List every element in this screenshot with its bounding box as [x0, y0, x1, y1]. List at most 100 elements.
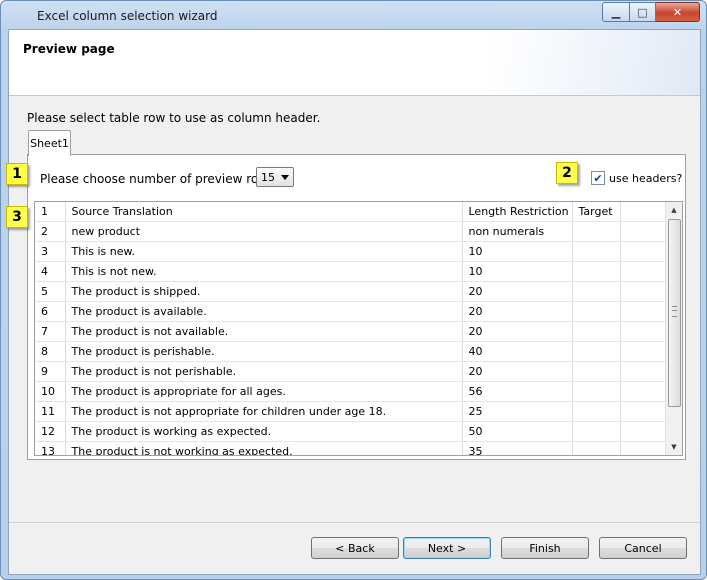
table-cell[interactable] — [572, 381, 621, 402]
tab-sheet1[interactable]: Sheet1 — [28, 130, 71, 156]
table-cell[interactable] — [572, 421, 621, 442]
table-cell[interactable] — [572, 301, 621, 322]
table-cell[interactable]: 20 — [462, 321, 573, 342]
table-row[interactable]: 11 The product is not appropriate for chi… — [35, 401, 667, 422]
table-row[interactable]: 10 The product is appropriate for all age… — [35, 381, 667, 402]
table-cell[interactable]: 6 — [35, 301, 66, 322]
table-row[interactable]: 4 This is not new. 10 — [35, 261, 667, 282]
title-bar[interactable]: Excel column selection wizard ▁ □ ✕ — [1, 1, 706, 29]
table-row[interactable]: 3 This is new. 10 — [35, 241, 667, 262]
table-cell[interactable] — [572, 361, 621, 382]
tab-panel: Please choose number of preview rows. 15… — [27, 154, 686, 460]
table-row[interactable]: 2 new product non numerals — [35, 221, 667, 242]
back-button[interactable]: < Back — [311, 537, 399, 559]
table-cell[interactable]: 10 — [462, 261, 573, 282]
table-cell[interactable]: The product is not perishable. — [65, 361, 463, 382]
table-cell[interactable]: 35 — [462, 441, 573, 455]
table-cell[interactable]: The product is working as expected. — [65, 421, 463, 442]
table-row[interactable]: 12 The product is working as expected. 50 — [35, 421, 667, 442]
minimize-button[interactable]: ▁ — [602, 2, 630, 22]
table-cell[interactable] — [620, 341, 667, 362]
table-cell[interactable]: 20 — [462, 361, 573, 382]
use-headers-checkbox[interactable]: ✔ — [591, 171, 605, 185]
wizard-window: Excel column selection wizard ▁ □ ✕ Prev… — [0, 0, 707, 580]
maximize-button[interactable]: □ — [630, 2, 656, 22]
table-row[interactable]: 9 The product is not perishable. 20 — [35, 361, 667, 382]
table-cell[interactable]: 20 — [462, 281, 573, 302]
table-cell[interactable] — [572, 341, 621, 362]
table-cell[interactable]: The product is appropriate for all ages. — [65, 381, 463, 402]
table-cell[interactable] — [620, 401, 667, 422]
table-cell[interactable]: 5 — [35, 281, 66, 302]
table-row[interactable]: 7 The product is not available. 20 — [35, 321, 667, 342]
tab-label: Sheet1 — [30, 137, 69, 150]
table-cell[interactable] — [572, 401, 621, 422]
maximize-icon: □ — [637, 5, 648, 19]
table-cell[interactable] — [620, 241, 667, 262]
table-row[interactable]: 13 The product is not working as expected… — [35, 441, 667, 455]
table-cell[interactable]: 10 — [462, 241, 573, 262]
table-cell[interactable]: 2 — [35, 221, 66, 242]
table-row[interactable]: 1 Source Translation Length Restriction Tar… — [35, 202, 667, 222]
close-button[interactable]: ✕ — [656, 2, 700, 22]
table-cell[interactable]: 12 — [35, 421, 66, 442]
table-cell[interactable]: 4 — [35, 261, 66, 282]
table-cell[interactable]: This is not new. — [65, 261, 463, 282]
table-cell[interactable]: 10 — [35, 381, 66, 402]
preview-rows-label: Please choose number of preview rows. — [40, 172, 279, 186]
table-cell[interactable] — [620, 381, 667, 402]
table-cell[interactable]: 7 — [35, 321, 66, 342]
use-headers-control[interactable]: ✔ use headers? — [591, 171, 682, 185]
table-cell[interactable]: The product is available. — [65, 301, 463, 322]
table-cell[interactable] — [572, 281, 621, 302]
table-cell[interactable] — [620, 321, 667, 342]
table-cell[interactable]: 56 — [462, 381, 573, 402]
table-cell[interactable] — [620, 221, 667, 242]
table-body: 1 Source Translation Length Restriction Tar… — [35, 202, 667, 455]
scroll-up-button[interactable]: ▲ — [666, 202, 682, 218]
table-cell[interactable]: Length Restriction — [462, 202, 573, 222]
table-cell[interactable]: Source Translation — [65, 202, 463, 222]
scroll-down-button[interactable]: ▼ — [666, 439, 682, 455]
table-cell[interactable]: new product — [65, 221, 463, 242]
table-cell[interactable]: The product is shipped. — [65, 281, 463, 302]
table-row[interactable]: 5 The product is shipped. 20 — [35, 281, 667, 302]
table-cell[interactable] — [572, 221, 621, 242]
table-cell[interactable]: The product is perishable. — [65, 341, 463, 362]
preview-rows-select[interactable]: 15 — [256, 167, 294, 187]
table-cell[interactable] — [620, 281, 667, 302]
table-cell[interactable] — [572, 441, 621, 455]
table-cell[interactable]: This is new. — [65, 241, 463, 262]
table-cell[interactable]: The product is not working as expected. — [65, 441, 463, 455]
table-row[interactable]: 8 The product is perishable. 40 — [35, 341, 667, 362]
table-cell[interactable]: 9 — [35, 361, 66, 382]
table-cell[interactable] — [572, 261, 621, 282]
table-cell[interactable]: 11 — [35, 401, 66, 422]
table-cell[interactable]: non numerals — [462, 221, 573, 242]
table-cell[interactable]: 8 — [35, 341, 66, 362]
table-cell[interactable] — [620, 301, 667, 322]
table-cell[interactable] — [620, 261, 667, 282]
table-row[interactable]: 6 The product is available. 20 — [35, 301, 667, 322]
table-cell[interactable]: 20 — [462, 301, 573, 322]
table-cell[interactable] — [620, 441, 667, 455]
table-cell[interactable]: 40 — [462, 341, 573, 362]
table-cell[interactable] — [620, 421, 667, 442]
scrollbar-thumb[interactable] — [668, 219, 681, 407]
table-cell[interactable]: 25 — [462, 401, 573, 422]
table-cell[interactable]: 1 — [35, 202, 66, 222]
table-cell[interactable]: 50 — [462, 421, 573, 442]
table-cell[interactable] — [620, 202, 667, 222]
vertical-scrollbar[interactable]: ▲ ▼ — [665, 202, 682, 455]
table-cell[interactable]: Target — [572, 202, 621, 222]
table-cell[interactable]: The product is not available. — [65, 321, 463, 342]
finish-button[interactable]: Finish — [501, 537, 589, 559]
table-cell[interactable]: The product is not appropriate for child… — [65, 401, 463, 422]
table-cell[interactable]: 13 — [35, 441, 66, 455]
table-cell[interactable] — [572, 241, 621, 262]
table-cell[interactable]: 3 — [35, 241, 66, 262]
cancel-button[interactable]: Cancel — [599, 537, 687, 559]
table-cell[interactable] — [572, 321, 621, 342]
table-cell[interactable] — [620, 361, 667, 382]
next-button[interactable]: Next > — [403, 537, 491, 559]
